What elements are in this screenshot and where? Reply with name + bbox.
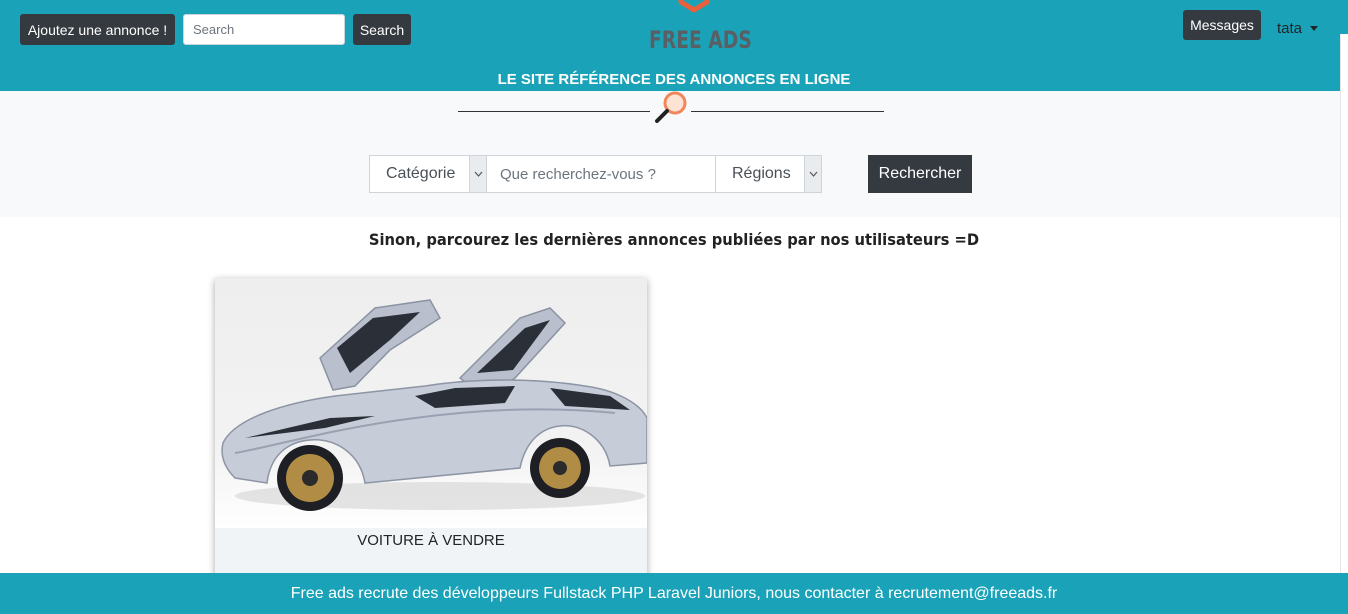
region-select-value: Régions	[732, 165, 791, 182]
sports-car-image	[221, 299, 647, 511]
divider-line-left	[458, 111, 650, 112]
search-input[interactable]	[183, 14, 345, 45]
caret-down-icon	[1310, 26, 1319, 31]
footer-banner: Free ads recrute des développeurs Fullst…	[0, 573, 1348, 614]
logo-mark-icon	[678, 0, 710, 13]
search-button[interactable]: Search	[353, 14, 411, 45]
site-tagline: LE SITE RÉFÉRENCE DES ANNONCES EN LIGNE	[497, 71, 851, 88]
footer-text: Free ads recrute des développeurs Fullst…	[290, 584, 1058, 602]
search-filter-row: Catégorie Régions	[369, 155, 822, 193]
divider-line-right	[691, 111, 884, 112]
rechercher-button[interactable]: Rechercher	[868, 155, 972, 193]
category-select-value: Catégorie	[386, 165, 456, 182]
chevron-down-icon	[469, 156, 486, 192]
magnifier-icon	[655, 91, 687, 123]
add-listing-button[interactable]: Ajoutez une annonce !	[20, 14, 175, 45]
logo-text: FREE ADS	[649, 26, 752, 54]
chevron-down-icon	[804, 156, 821, 192]
listing-title[interactable]: VOITURE À VENDRE	[215, 532, 647, 549]
category-select[interactable]: Catégorie	[369, 155, 487, 193]
intro-heading: Sinon, parcourez les dernières annonces …	[368, 230, 980, 249]
region-select[interactable]: Régions	[715, 155, 822, 193]
site-logo[interactable]: FREE ADS	[645, 0, 752, 60]
username-label: tata	[1277, 20, 1303, 37]
listing-image[interactable]	[215, 278, 647, 528]
scrollbar-track[interactable]	[1340, 34, 1348, 574]
query-input[interactable]	[487, 155, 715, 193]
messages-button[interactable]: Messages	[1183, 10, 1261, 40]
user-dropdown[interactable]: tata	[1277, 20, 1319, 37]
listing-card[interactable]: VOITURE À VENDRE	[215, 278, 647, 578]
